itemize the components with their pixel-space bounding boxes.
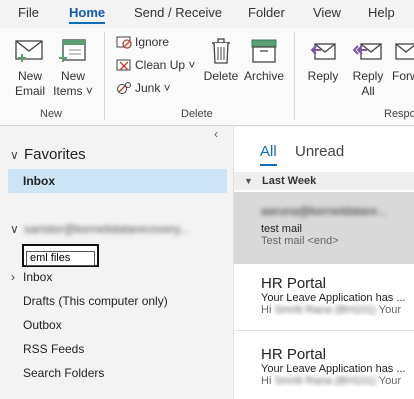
message-sender: HR Portal xyxy=(261,275,327,292)
new-folder-rename-box xyxy=(22,244,99,267)
new-items-label-2: Items ˅ xyxy=(53,84,93,98)
folder-pane: ‹ ∨ Favorites Inbox ∨ saristor@kernelida… xyxy=(0,127,232,399)
folder-search-folders[interactable]: Search Folders xyxy=(23,366,104,380)
clean-up-label: Clean Up ˅ xyxy=(135,58,196,72)
new-email-label-2: Email xyxy=(14,84,45,98)
section-header-last-week[interactable]: ▼ Last Week xyxy=(234,172,414,190)
tab-view[interactable]: View xyxy=(313,5,341,20)
message-sender: aaruna@kerneldatare... xyxy=(261,204,388,218)
message-item[interactable]: HR Portal Your Leave Application has ...… xyxy=(234,267,414,329)
ribbon-separator xyxy=(104,32,105,120)
account-email: saristor@kernelidatarecovery... xyxy=(24,222,190,236)
chevron-down-icon: ▼ xyxy=(244,176,253,186)
new-items-button[interactable]: New Items ˅ xyxy=(52,36,94,99)
message-preview: Test mail <end> xyxy=(261,235,339,247)
message-subject: test mail xyxy=(261,223,302,235)
chevron-right-icon[interactable]: › xyxy=(11,270,15,284)
ignore-label: Ignore xyxy=(135,35,170,49)
group-label-respond: Respo xyxy=(384,108,414,120)
folder-label: Inbox xyxy=(23,270,53,284)
archive-label: Archive xyxy=(243,69,284,83)
tab-file[interactable]: File xyxy=(18,5,39,20)
message-subject: Your Leave Application has ... xyxy=(261,363,406,375)
filter-all[interactable]: All xyxy=(260,143,277,166)
delete-label: Delete xyxy=(203,69,239,83)
message-list: All Unread ▼ Last Week aaruna@kerneldata… xyxy=(233,127,414,399)
account-header[interactable]: ∨ saristor@kernelidatarecovery... xyxy=(10,222,189,236)
archive-button[interactable]: Archive xyxy=(243,36,285,84)
preview-tail: Your xyxy=(378,304,402,316)
chevron-down-icon: ∨ xyxy=(10,222,19,236)
group-label-delete: Delete xyxy=(181,108,213,120)
tab-send-receive[interactable]: Send / Receive xyxy=(134,5,222,20)
archive-icon xyxy=(251,39,277,63)
clean-up-icon xyxy=(116,59,131,71)
message-divider xyxy=(234,330,414,331)
preview-tail: Your xyxy=(378,375,402,387)
group-label-new: New xyxy=(40,108,63,120)
reply-button[interactable]: Reply xyxy=(305,36,341,84)
message-subject: Your Leave Application has ... xyxy=(261,292,406,304)
favorites-label: Favorites xyxy=(24,146,86,163)
new-email-button[interactable]: New Email xyxy=(10,36,50,99)
junk-label: Junk ˅ xyxy=(135,81,171,95)
message-preview: Hi Smriti Rana (BH101) Your xyxy=(261,304,414,316)
ribbon-tabs: File Home Send / Receive Folder View Hel… xyxy=(0,0,414,28)
delete-button[interactable]: Delete xyxy=(202,36,240,84)
folder-outbox[interactable]: Outbox xyxy=(23,318,62,332)
section-label: Last Week xyxy=(261,175,317,187)
trash-icon xyxy=(212,38,230,64)
new-email-icon xyxy=(15,40,43,62)
forward-button[interactable]: Forw xyxy=(392,36,414,84)
reply-all-button[interactable]: Reply All xyxy=(350,36,386,99)
preview-name: Smriti Rana (BH101) xyxy=(274,375,376,387)
folder-drafts[interactable]: Drafts (This computer only) xyxy=(23,294,168,308)
reply-all-label-2: All xyxy=(361,84,375,98)
folder-inbox[interactable]: › Inbox xyxy=(11,270,53,284)
ignore-button[interactable]: Ignore xyxy=(116,35,169,49)
ribbon: New Email New Items ˅ New Ignore Clean U… xyxy=(0,28,414,126)
collapse-pane-icon[interactable]: ‹ xyxy=(214,127,218,141)
favorites-header[interactable]: ∨ Favorites xyxy=(10,146,86,163)
new-items-icon xyxy=(59,39,86,62)
chevron-down-icon: ∨ xyxy=(10,147,19,162)
tab-help[interactable]: Help xyxy=(368,5,395,20)
message-preview: Hi Smriti Rana (BH101) Your xyxy=(261,375,414,387)
junk-button[interactable]: Junk ˅ xyxy=(116,81,171,95)
clean-up-button[interactable]: Clean Up ˅ xyxy=(116,58,195,72)
reply-icon xyxy=(310,43,336,60)
ribbon-separator xyxy=(294,32,295,120)
forward-label: Forw xyxy=(392,69,414,83)
reply-all-label-1: Reply xyxy=(352,69,384,83)
message-sender: HR Portal xyxy=(261,346,327,363)
preview-name: Smriti Rana (BH101) xyxy=(274,304,376,316)
message-item[interactable]: HR Portal Your Leave Application has ...… xyxy=(234,339,414,399)
reply-label: Reply xyxy=(307,69,339,83)
filter-unread[interactable]: Unread xyxy=(295,143,344,160)
new-items-label-1: New xyxy=(60,69,85,83)
folder-rss-feeds[interactable]: RSS Feeds xyxy=(23,342,84,356)
folder-name-input[interactable] xyxy=(26,250,95,266)
preview-greeting: Hi xyxy=(261,304,272,316)
ignore-icon xyxy=(116,36,132,49)
tab-home[interactable]: Home xyxy=(69,5,106,24)
forward-icon xyxy=(395,43,414,60)
message-item[interactable]: aaruna@kerneldatare... test mail Test ma… xyxy=(234,192,414,264)
favorites-inbox[interactable]: Inbox xyxy=(8,169,227,193)
new-email-label-1: New xyxy=(17,69,42,83)
junk-icon xyxy=(117,82,131,94)
tab-folder[interactable]: Folder xyxy=(248,5,285,20)
reply-all-icon xyxy=(352,43,382,60)
preview-greeting: Hi xyxy=(261,375,272,387)
